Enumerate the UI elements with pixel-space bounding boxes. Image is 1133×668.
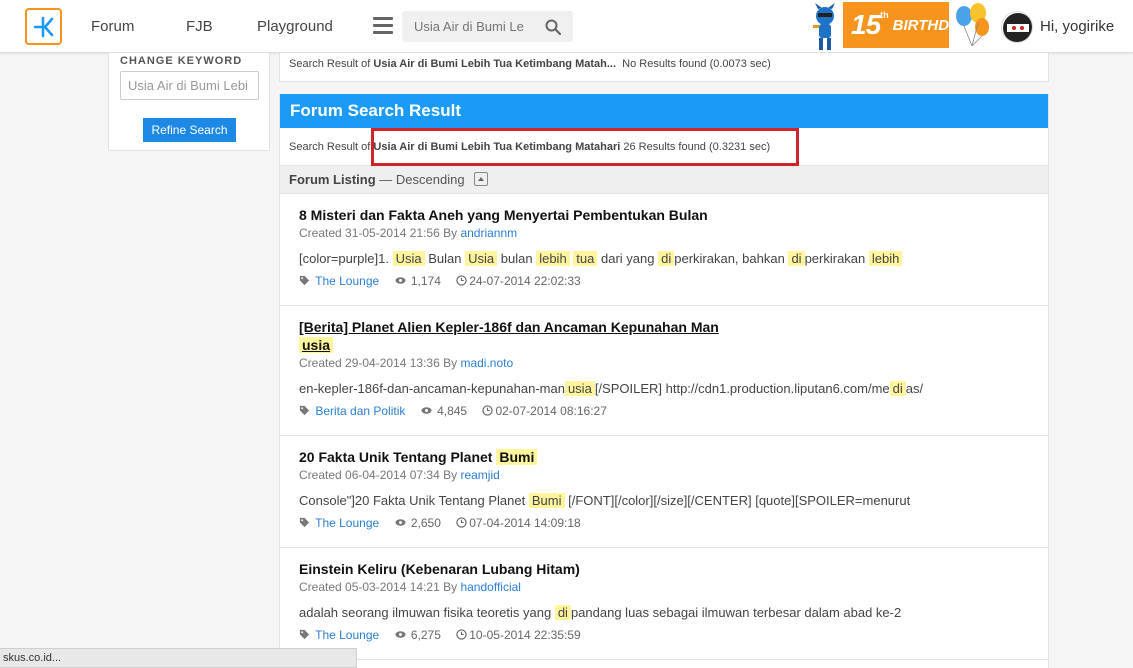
author-link[interactable]: handofficial bbox=[460, 580, 521, 594]
forum-result-prefix: Search Result of bbox=[289, 141, 371, 153]
view-count: 2,650 bbox=[410, 516, 441, 530]
list-item: 20 Fakta Unik Tentang Planet Bumi Create… bbox=[280, 436, 1048, 548]
browser-status-bar: skus.co.id... bbox=[0, 648, 357, 668]
nav-forum[interactable]: Forum bbox=[91, 0, 134, 53]
birthday-sup: th bbox=[880, 10, 889, 20]
search-icon[interactable] bbox=[545, 19, 561, 35]
clock-icon bbox=[482, 405, 494, 417]
eye-icon bbox=[394, 519, 406, 527]
user-greeting[interactable]: Hi, yogirike bbox=[1040, 0, 1114, 53]
category-link[interactable]: Berita dan Politik bbox=[315, 404, 405, 418]
nav-playground[interactable]: Playground bbox=[257, 0, 333, 53]
clock-icon bbox=[456, 275, 467, 287]
thread-stats: The Lounge 1,174 24-07-2014 22:02:33 bbox=[299, 271, 1048, 291]
result-query: Usia Air di Bumi Lebih Tua Ketimbang Mat… bbox=[373, 58, 617, 70]
thread-snippet: adalah seorang ilmuwan fisika teoretis y… bbox=[299, 605, 902, 620]
thread-meta: Created 31-05-2014 21:56 By andriannm bbox=[299, 226, 518, 240]
nav-fjb[interactable]: FJB bbox=[186, 0, 213, 53]
thread-snippet: en-kepler-186f-dan-ancaman-kepunahan-man… bbox=[299, 381, 924, 396]
thread-stats: Berita dan Politik 4,845 02-07-2014 08:1… bbox=[299, 401, 1048, 421]
result-status: No Results found (0.0073 sec) bbox=[622, 58, 771, 70]
thread-stats: The Lounge 6,275 10-05-2014 22:35:59 bbox=[299, 625, 1048, 645]
birthday-badge[interactable]: 15 th BIRTHDAY bbox=[843, 2, 969, 48]
mascot-icon bbox=[813, 3, 835, 50]
list-item: [Berita] Planet Alien Kepler-186f dan An… bbox=[280, 306, 1048, 436]
listing-label: Forum Listing bbox=[289, 172, 376, 187]
tag-icon bbox=[299, 406, 310, 416]
forum-listing-bar: Forum Listing — Descending bbox=[280, 166, 1048, 194]
author-link[interactable]: andriannm bbox=[460, 226, 517, 240]
kaskus-k-icon bbox=[33, 16, 53, 37]
thread-title[interactable]: 8 Misteri dan Fakta Aneh yang Menyertai … bbox=[299, 206, 1048, 224]
user-avatar[interactable] bbox=[1001, 11, 1033, 43]
view-count: 6,275 bbox=[410, 628, 441, 642]
highlight-annotation-box bbox=[371, 128, 799, 166]
refine-search-button[interactable]: Refine Search bbox=[143, 118, 236, 142]
sidebar-change-keyword: CHANGE KEYWORD Refine Search bbox=[108, 53, 270, 151]
forum-result-line: Search Result of Usia Air di Bumi Lebih … bbox=[280, 128, 1048, 166]
birthday-number: 15 bbox=[851, 9, 881, 40]
clock-icon bbox=[456, 517, 467, 529]
tag-icon bbox=[299, 518, 310, 528]
listing-sort: — Descending bbox=[379, 172, 465, 187]
forum-search-panel: Forum Search Result Search Result of Usi… bbox=[279, 94, 1049, 668]
view-count: 4,845 bbox=[437, 404, 468, 418]
kaskus-logo[interactable] bbox=[25, 8, 62, 45]
balloons-icon bbox=[956, 3, 989, 47]
author-link[interactable]: madi.noto bbox=[460, 356, 513, 370]
keyword-input[interactable] bbox=[120, 71, 259, 100]
header-search bbox=[402, 11, 573, 42]
tag-icon bbox=[299, 630, 310, 640]
eye-icon bbox=[421, 407, 432, 415]
last-post-date: 10-05-2014 22:35:59 bbox=[469, 628, 581, 642]
top-search-result: Search Result of Usia Air di Bumi Lebih … bbox=[279, 53, 1049, 82]
eye-icon bbox=[394, 631, 406, 639]
thread-snippet: [color=purple]1. Usia Bulan Usia bulan l… bbox=[299, 249, 1048, 269]
last-post-date: 07-04-2014 14:09:18 bbox=[469, 516, 581, 530]
thread-title[interactable]: 20 Fakta Unik Tentang Planet Bumi bbox=[299, 448, 1048, 466]
last-post-date: 24-07-2014 22:02:33 bbox=[469, 274, 581, 288]
thread-meta: Created 05-03-2014 14:21 By handofficial bbox=[299, 580, 521, 594]
thread-meta: Created 06-04-2014 07:34 By reamjid bbox=[299, 468, 500, 482]
sort-toggle-icon[interactable] bbox=[474, 171, 489, 186]
header-search-input[interactable] bbox=[402, 11, 540, 42]
tag-icon bbox=[299, 276, 310, 286]
hamburger-menu-icon[interactable] bbox=[373, 17, 393, 35]
result-prefix: Search Result of bbox=[289, 58, 371, 70]
list-item: 8 Misteri dan Fakta Aneh yang Menyertai … bbox=[280, 194, 1048, 306]
category-link[interactable]: The Lounge bbox=[315, 516, 379, 530]
thread-meta: Created 29-04-2014 13:36 By madi.noto bbox=[299, 356, 514, 370]
list-item: Einstein Keliru (Kebenaran Lubang Hitam)… bbox=[280, 548, 1048, 660]
change-keyword-label: CHANGE KEYWORD bbox=[120, 55, 243, 67]
view-count: 1,174 bbox=[410, 274, 441, 288]
clock-icon bbox=[456, 629, 467, 641]
thread-stats: The Lounge 2,650 07-04-2014 14:09:18 bbox=[299, 513, 1048, 533]
eye-icon bbox=[394, 277, 406, 285]
category-link[interactable]: The Lounge bbox=[315, 628, 379, 642]
panel-title: Forum Search Result bbox=[280, 94, 1048, 128]
thread-title[interactable]: Einstein Keliru (Kebenaran Lubang Hitam) bbox=[299, 560, 1048, 578]
thread-snippet: Console"]20 Fakta Unik Tentang Planet Bu… bbox=[299, 493, 911, 508]
ninja-avatar-icon bbox=[1003, 13, 1032, 42]
category-link[interactable]: The Lounge bbox=[315, 274, 379, 288]
last-post-date: 02-07-2014 08:16:27 bbox=[495, 404, 607, 418]
thread-title[interactable]: [Berita] Planet Alien Kepler-186f dan An… bbox=[299, 318, 1048, 354]
author-link[interactable]: reamjid bbox=[460, 468, 499, 482]
top-header: Forum FJB Playground 15 th BIRTHDAY bbox=[0, 0, 1133, 53]
